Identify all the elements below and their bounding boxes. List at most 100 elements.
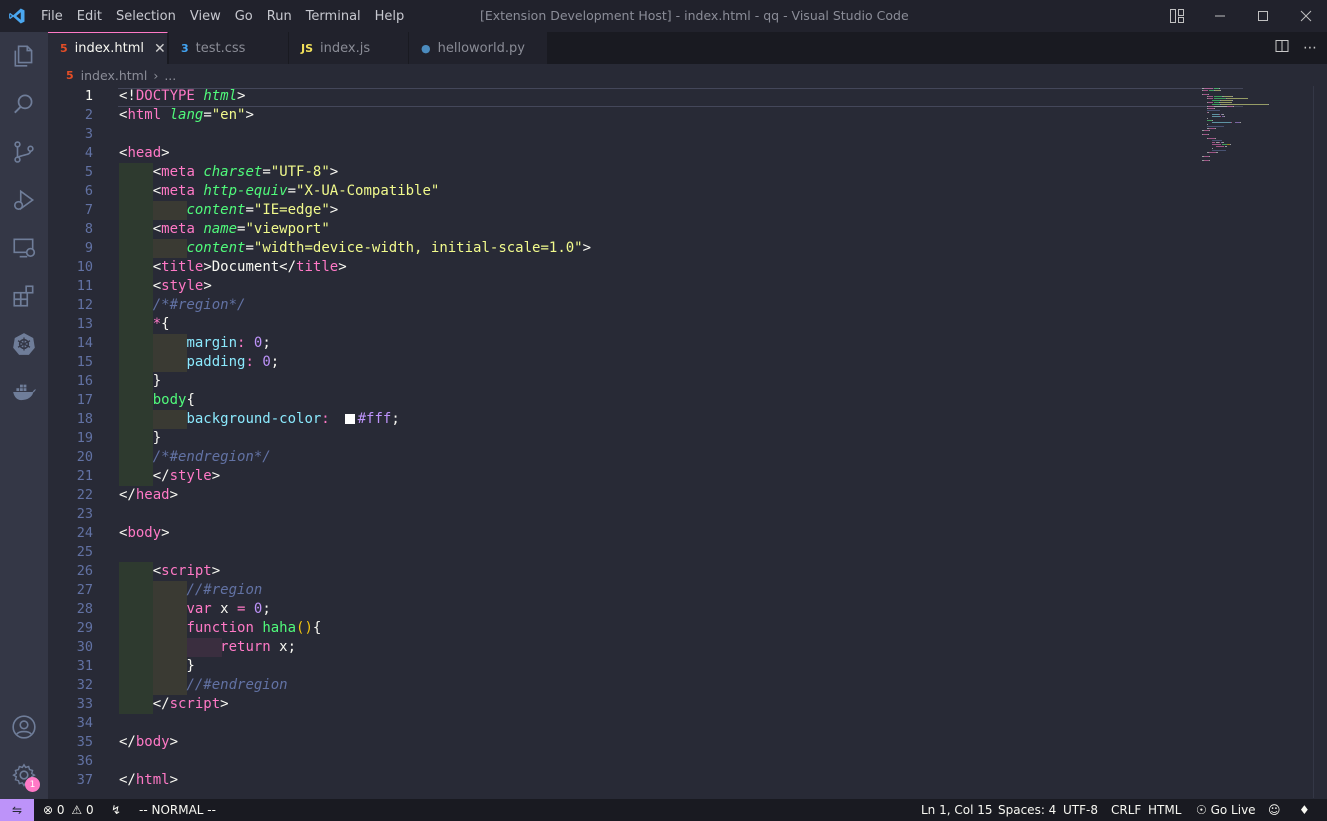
tab-index-html[interactable]: 5 index.html ✕ (48, 32, 168, 64)
code-token: body (135, 734, 170, 750)
layout-toggle-icon[interactable] (1155, 0, 1198, 32)
menu-item-file[interactable]: File (34, 9, 70, 24)
source-control-icon[interactable] (0, 128, 48, 176)
language-mode[interactable]: HTML (1148, 799, 1181, 821)
minimap-mark (1222, 114, 1224, 115)
remote-explorer-icon[interactable] (0, 224, 48, 272)
docker-icon[interactable] (0, 368, 48, 416)
minimap-mark (1203, 90, 1208, 91)
code-line: 17 body{ (48, 391, 1198, 410)
html5-icon: 5 (60, 42, 68, 55)
menu-item-edit[interactable]: Edit (70, 9, 109, 24)
lightning-icon[interactable]: ↯ (111, 799, 121, 821)
maximize-icon[interactable] (1241, 0, 1284, 32)
minimize-icon[interactable] (1198, 0, 1241, 32)
run-debug-icon[interactable] (0, 176, 48, 224)
cursor-position[interactable]: Ln 1, Col 15 (921, 799, 993, 821)
notifications-icon[interactable]: ♦ (1299, 799, 1310, 821)
menu-item-go[interactable]: Go (228, 9, 260, 24)
code-token: } (119, 658, 195, 674)
minimap-mark (1220, 116, 1222, 117)
minimap-mark (1214, 106, 1228, 107)
line-text: <!DOCTYPE html> (119, 87, 245, 106)
vertical-scrollbar[interactable] (1313, 86, 1327, 798)
color-swatch[interactable] (344, 414, 355, 424)
minimap[interactable] (1198, 86, 1313, 166)
line-text: <meta http-equiv="X-UA-Compatible" (119, 182, 440, 201)
code-editor[interactable]: 1 <!DOCTYPE html> 2 <html lang="en"> 3 4 <head… (48, 86, 1243, 796)
line-text: <script> (119, 562, 220, 581)
tab-label: index.html (74, 41, 144, 56)
code-token: title (296, 259, 339, 275)
close-tab-icon[interactable]: ✕ (154, 41, 166, 57)
code-line: 5 <meta charset="UTF-8"> (48, 163, 1198, 182)
files-icon[interactable] (0, 32, 48, 80)
minimap-mark (1214, 108, 1216, 109)
tab-index-js[interactable]: JS index.js (289, 32, 409, 64)
line-number: 25 (76, 544, 93, 560)
minimap-mark (1216, 146, 1224, 147)
line-number: 34 (76, 715, 93, 731)
code-token: ; (262, 335, 271, 351)
account-icon[interactable] (0, 703, 48, 751)
code-token: : (245, 354, 254, 370)
go-live-label: Go Live (1210, 803, 1256, 817)
code-token: lang (169, 107, 204, 123)
line-number: 12 (76, 297, 93, 313)
line-ending[interactable]: CRLF (1111, 799, 1141, 821)
breadcrumb-rest[interactable]: ... (164, 68, 176, 83)
code-token: </ (119, 696, 170, 712)
line-number: 36 (76, 753, 93, 769)
more-actions-icon[interactable]: ⋯ (1303, 40, 1317, 56)
go-live-button[interactable]: ☉ Go Live (1196, 799, 1256, 821)
minimap-mark (1223, 116, 1225, 117)
js-icon: JS (301, 41, 314, 55)
line-text: content="IE=edge"> (119, 201, 338, 220)
code-token: function (186, 620, 254, 636)
line-number: 15 (76, 354, 93, 370)
menu-item-selection[interactable]: Selection (109, 9, 183, 24)
line-number: 37 (76, 772, 93, 788)
minimap-mark (1211, 122, 1231, 123)
minimap-mark (1211, 140, 1223, 141)
menu-item-view[interactable]: View (183, 9, 228, 24)
line-number: 27 (76, 582, 93, 598)
minimap-mark (1232, 96, 1234, 97)
code-token: meta (161, 164, 195, 180)
window-title: [Extension Development Host] - index.htm… (480, 8, 909, 23)
code-token: >Document</ (203, 259, 297, 275)
line-text: *{ (119, 315, 170, 334)
code-line: 30 return x; (48, 638, 1198, 657)
encoding[interactable]: UTF-8 (1063, 799, 1098, 821)
settings-gear-icon[interactable]: 1 (0, 751, 48, 799)
code-token: ; (262, 601, 271, 617)
line-text: //#endregion (119, 676, 287, 695)
code-token: //#region (186, 582, 263, 598)
minimap-mark (1211, 114, 1219, 115)
remote-indicator-icon[interactable]: ⇋ (0, 799, 34, 821)
code-token: > (161, 145, 170, 161)
close-icon[interactable] (1284, 0, 1327, 32)
code-token: title (161, 259, 204, 275)
feedback-icon[interactable]: ☺ (1268, 799, 1281, 821)
code-line: 31 } (48, 657, 1198, 676)
menu-item-run[interactable]: Run (260, 9, 299, 24)
line-number: 6 (84, 183, 93, 199)
tab-helloworld-py[interactable]: ● helloworld.py (409, 32, 548, 64)
extensions-icon[interactable] (0, 272, 48, 320)
menu-item-terminal[interactable]: Terminal (299, 9, 368, 24)
line-number: 5 (84, 164, 93, 180)
code-token: 0 (262, 354, 271, 370)
indentation[interactable]: Spaces: 4 (998, 799, 1056, 821)
kubernetes-icon[interactable] (0, 320, 48, 368)
minimap-mark (1268, 104, 1270, 105)
problems-indicator[interactable]: ⊗ 0 ⚠ 0 (43, 799, 94, 821)
tab-test-css[interactable]: 3 test.css (169, 32, 289, 64)
code-token: charset (203, 164, 263, 180)
split-editor-icon[interactable] (1275, 39, 1289, 57)
search-icon[interactable] (0, 80, 48, 128)
breadcrumb-file[interactable]: index.html (81, 68, 148, 83)
menu-item-help[interactable]: Help (368, 9, 412, 24)
